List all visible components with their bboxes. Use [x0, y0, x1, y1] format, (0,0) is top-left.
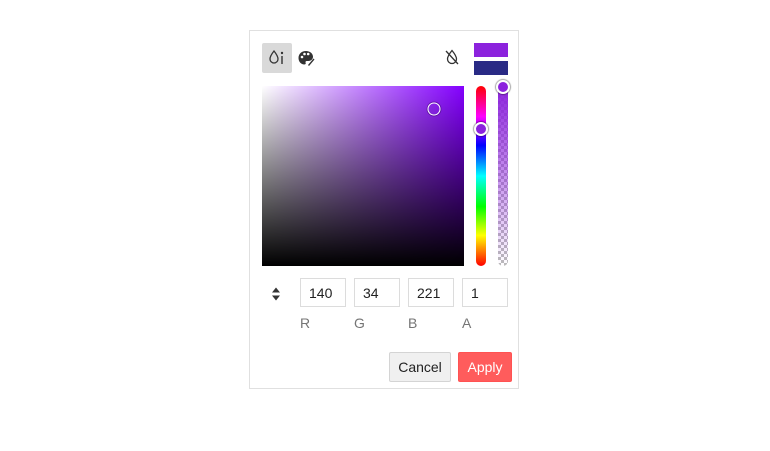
blue-input[interactable]	[408, 278, 454, 307]
green-label: G	[354, 315, 365, 331]
opacity-slider[interactable]	[498, 86, 508, 266]
hue-slider-handle[interactable]	[474, 122, 488, 137]
color-picker-panel: R G B A Cancel Apply	[249, 30, 519, 389]
cancel-button[interactable]: Cancel	[389, 352, 451, 382]
current-color-swatch	[474, 43, 508, 57]
hue-slider[interactable]	[474, 86, 488, 266]
no-color-icon	[445, 49, 459, 65]
green-input[interactable]	[354, 278, 400, 307]
palette-icon	[298, 51, 315, 66]
alpha-input[interactable]	[462, 278, 508, 307]
saturation-value-handle[interactable]	[427, 102, 441, 116]
picker-mode-button[interactable]	[262, 43, 292, 73]
color-picker-icon	[269, 49, 284, 64]
red-label: R	[300, 315, 311, 331]
opacity-slider-handle[interactable]	[496, 80, 510, 94]
red-input[interactable]	[300, 278, 346, 307]
blue-label: B	[408, 315, 418, 331]
saturation-value-area[interactable]	[262, 86, 464, 266]
palette-mode-button[interactable]	[291, 43, 321, 73]
format-toggle-button[interactable]	[268, 286, 284, 302]
sort-arrows-icon	[272, 287, 280, 301]
no-color-button[interactable]	[440, 45, 464, 69]
alpha-label: A	[462, 315, 472, 331]
apply-button[interactable]: Apply	[458, 352, 512, 382]
previous-color-swatch[interactable]	[474, 61, 508, 75]
